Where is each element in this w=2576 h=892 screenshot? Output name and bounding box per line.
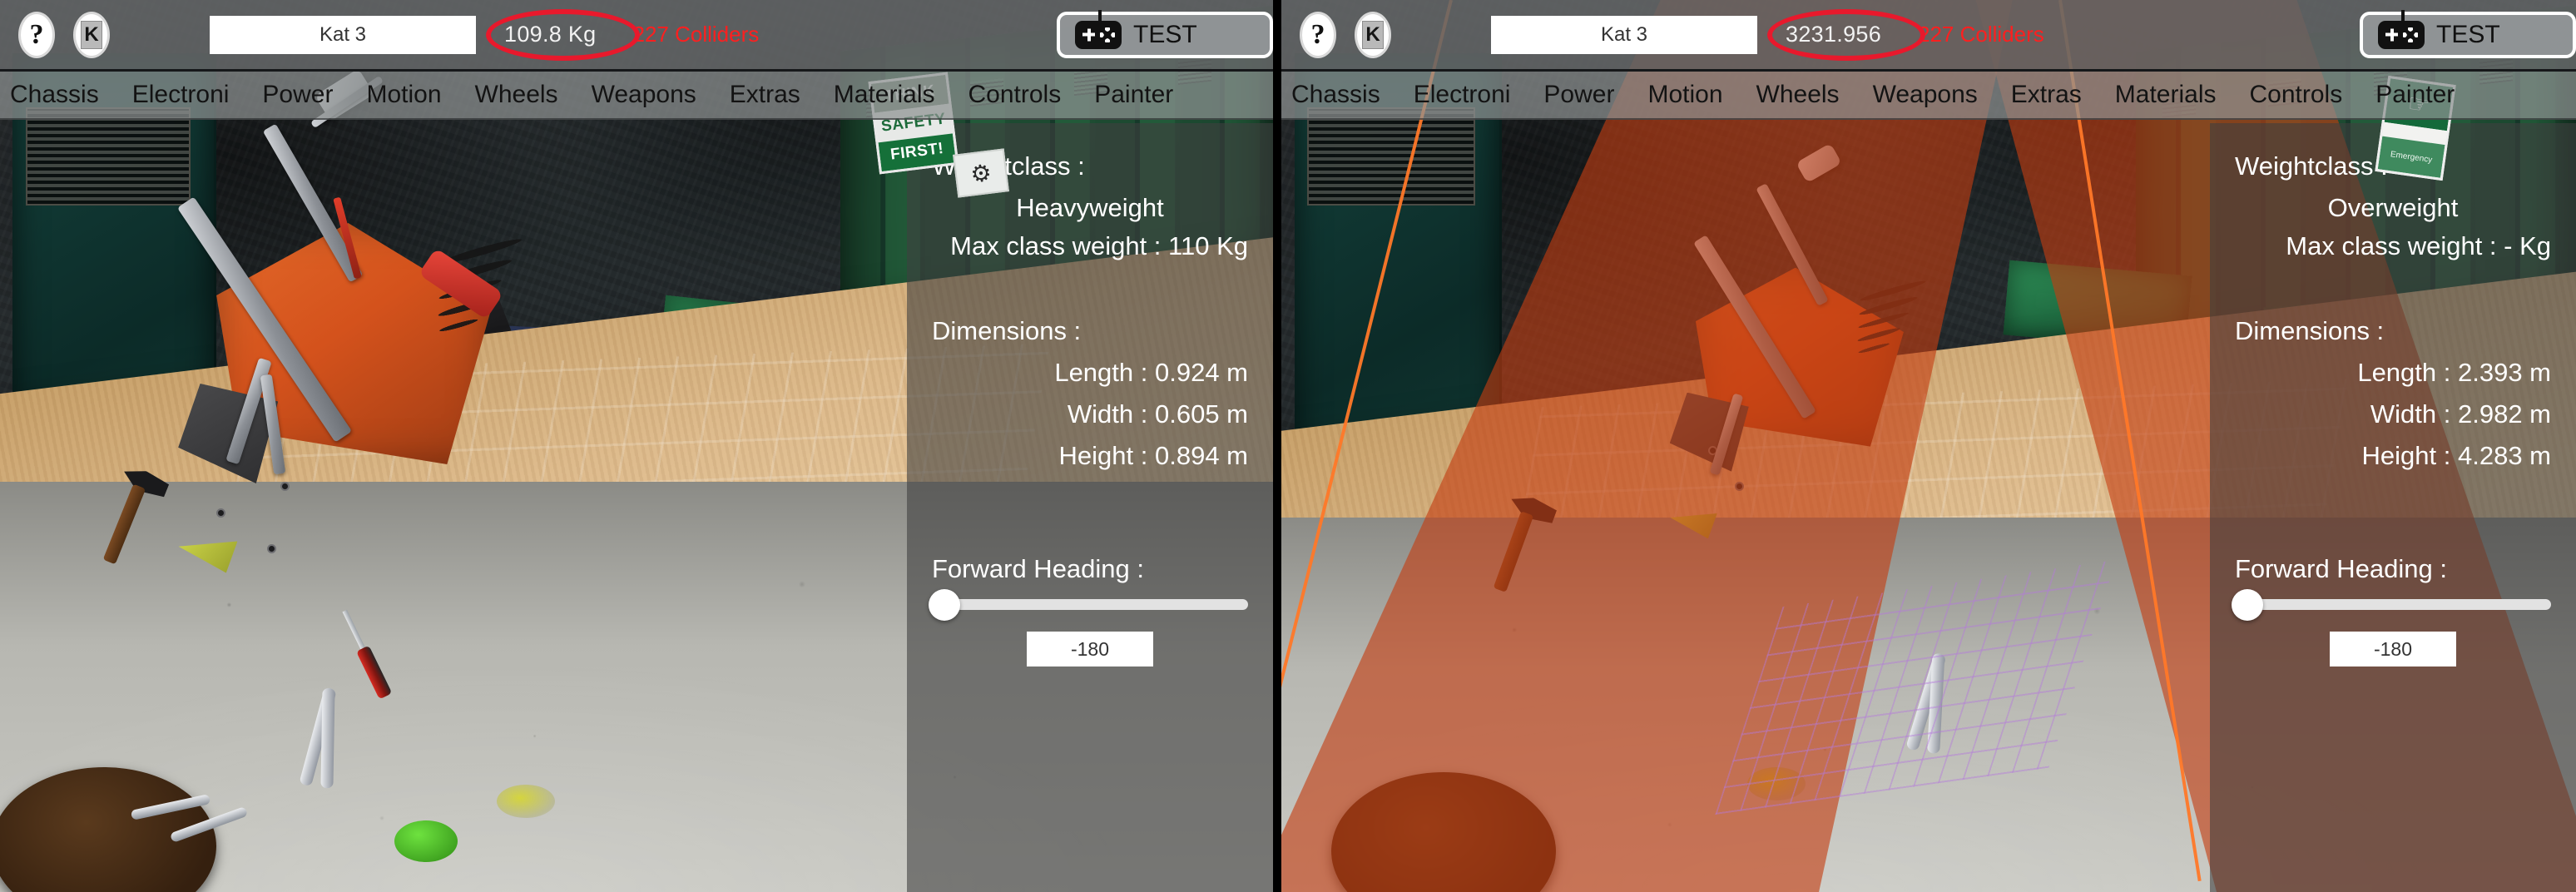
tab-painter[interactable]: Painter bbox=[2359, 81, 2471, 109]
tab-chassis[interactable]: Chassis bbox=[1281, 81, 1397, 109]
tabbar-after: Chassis Electroni Power Motion Wheels We… bbox=[1281, 72, 2576, 120]
tab-electronics[interactable]: Electroni bbox=[1397, 81, 1528, 109]
plier-handle bbox=[320, 688, 335, 789]
emergency-stop-line1: Emergency bbox=[2390, 149, 2433, 165]
dimensions-block: Dimensions : Length : 2.393 m Width : 2.… bbox=[2235, 316, 2551, 471]
forward-heading-label: Forward Heading : bbox=[932, 554, 1145, 583]
forward-heading-label: Forward Heading : bbox=[2235, 554, 2448, 583]
robot-name-input[interactable]: Kat 3 bbox=[210, 15, 476, 54]
help-icon[interactable]: ? bbox=[18, 11, 55, 58]
dimension-length: Length : 2.393 m bbox=[2357, 358, 2551, 387]
weight-readout-group: 109.8 Kg bbox=[486, 8, 640, 61]
dimension-length: Length : 0.924 m bbox=[1054, 358, 1248, 387]
weightclass-value: Heavyweight bbox=[1016, 193, 1164, 222]
dimensions-label: Dimensions : bbox=[932, 316, 1082, 345]
dimensions-label: Dimensions : bbox=[2235, 316, 2385, 345]
test-button-label: TEST bbox=[2436, 20, 2500, 48]
tab-chassis[interactable]: Chassis bbox=[0, 81, 116, 109]
tab-weapons[interactable]: Weapons bbox=[1856, 81, 1994, 109]
tab-extras[interactable]: Extras bbox=[713, 81, 817, 109]
hazard-pictogram-icon: ⚙ bbox=[953, 148, 1009, 198]
panel-divider bbox=[1273, 0, 1281, 892]
before-after-comparison: THINK SAFETY FIRST! ⚙ ? K Kat 3 109.8 Kg… bbox=[0, 0, 2576, 892]
tabbar-before: Chassis Electroni Power Motion Wheels We… bbox=[0, 72, 1273, 120]
tab-controls[interactable]: Controls bbox=[952, 81, 1078, 109]
tab-extras[interactable]: Extras bbox=[1994, 81, 2098, 109]
test-button[interactable]: TEST bbox=[2360, 9, 2576, 58]
robot-name-input[interactable]: Kat 3 bbox=[1491, 15, 1757, 54]
dimension-height: Height : 0.894 m bbox=[1058, 441, 1248, 470]
keyboard-key-icon: K bbox=[1362, 20, 1384, 49]
tab-wheels[interactable]: Wheels bbox=[1740, 81, 1856, 109]
max-class-weight: Max class weight : - Kg bbox=[2286, 231, 2551, 260]
panel-after: ☞ Emergency ? K Kat 3 3231.956 227 Colli… bbox=[1281, 0, 2576, 892]
gamepad-icon bbox=[1075, 9, 1122, 49]
robot-info-panel-after: Weightclass : Overweight Max class weigh… bbox=[2210, 123, 2576, 892]
tab-materials[interactable]: Materials bbox=[817, 81, 952, 109]
tab-materials[interactable]: Materials bbox=[2098, 81, 2233, 109]
gamepad-stalk bbox=[2401, 9, 2405, 22]
robot-weight-value: 109.8 Kg bbox=[504, 22, 597, 47]
tab-controls[interactable]: Controls bbox=[2233, 81, 2360, 109]
max-class-weight: Max class weight : 110 Kg bbox=[950, 231, 1248, 260]
gamepad-icon bbox=[2378, 9, 2425, 49]
heading-slider[interactable] bbox=[2232, 588, 2551, 621]
keybind-icon[interactable]: K bbox=[1355, 11, 1391, 58]
weightclass-value: Overweight bbox=[2327, 193, 2459, 222]
tab-motion[interactable]: Motion bbox=[349, 81, 458, 109]
tab-power[interactable]: Power bbox=[1527, 81, 1631, 109]
yellow-paint-splat bbox=[496, 785, 555, 819]
forward-heading-block: Forward Heading : -180 bbox=[2232, 554, 2551, 667]
tab-weapons[interactable]: Weapons bbox=[575, 81, 713, 109]
keyboard-key-icon: K bbox=[81, 20, 102, 49]
help-icon[interactable]: ? bbox=[1300, 11, 1336, 58]
heading-slider-knob[interactable] bbox=[2232, 588, 2263, 621]
armor-bolt bbox=[280, 481, 290, 491]
gamepad-stalk bbox=[1098, 9, 1102, 22]
robot-weight-value: 3231.956 bbox=[1786, 22, 1882, 47]
heading-slider-row bbox=[929, 588, 1248, 621]
heading-value-input[interactable]: -180 bbox=[2330, 632, 2456, 667]
collider-count: 227 Colliders bbox=[632, 22, 760, 47]
weight-readout-group: 3231.956 bbox=[1767, 8, 1925, 61]
topbar-after: ? K Kat 3 3231.956 227 Colliders TEST bbox=[1281, 0, 2576, 72]
dimension-width: Width : 0.605 m bbox=[1067, 399, 1248, 429]
forward-heading-block: Forward Heading : -180 bbox=[929, 554, 1248, 667]
heading-value-input[interactable]: -180 bbox=[1027, 632, 1153, 667]
door-vent-grate bbox=[25, 107, 191, 206]
dimension-height: Height : 4.283 m bbox=[2361, 441, 2551, 470]
tab-motion[interactable]: Motion bbox=[1631, 81, 1739, 109]
tab-painter[interactable]: Painter bbox=[1077, 81, 1190, 109]
topbar-before: ? K Kat 3 109.8 Kg 227 Colliders TEST bbox=[0, 0, 1273, 72]
keybind-icon[interactable]: K bbox=[73, 11, 110, 58]
armor-bolt bbox=[1734, 481, 1744, 491]
test-button-label: TEST bbox=[1133, 20, 1197, 48]
dimensions-block: Dimensions : Length : 0.924 m Width : 0.… bbox=[932, 316, 1248, 471]
dimension-width: Width : 2.982 m bbox=[2370, 399, 2551, 429]
heading-slider-knob[interactable] bbox=[929, 588, 960, 621]
tab-electronics[interactable]: Electroni bbox=[116, 81, 246, 109]
tab-wheels[interactable]: Wheels bbox=[458, 81, 575, 109]
collider-count: 227 Colliders bbox=[1918, 22, 2044, 47]
panel-before: THINK SAFETY FIRST! ⚙ ? K Kat 3 109.8 Kg… bbox=[0, 0, 1273, 892]
robot-info-panel-before: Weightclass : Heavyweight Max class weig… bbox=[907, 123, 1273, 892]
test-button[interactable]: TEST bbox=[1057, 9, 1273, 58]
yellow-paint-splat bbox=[1747, 766, 1806, 800]
heading-slider[interactable] bbox=[929, 588, 1248, 621]
heading-slider-row bbox=[2232, 588, 2551, 621]
door-vent-grate bbox=[1307, 107, 1476, 206]
tab-power[interactable]: Power bbox=[245, 81, 349, 109]
